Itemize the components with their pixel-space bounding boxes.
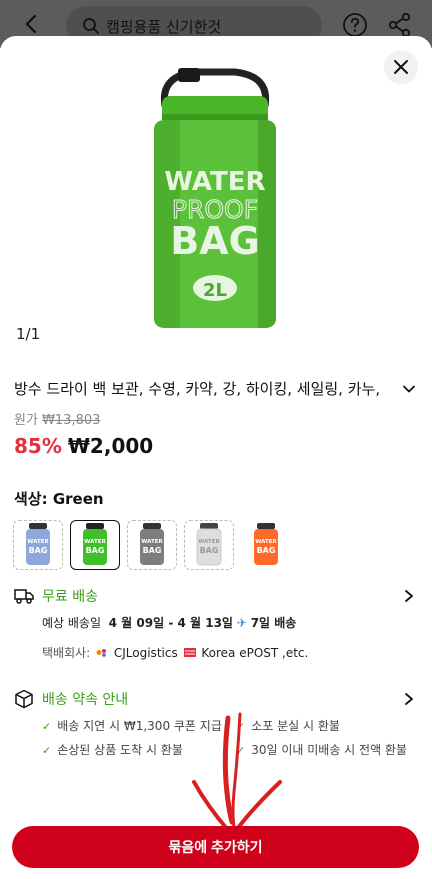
eta-label: 예상 배송일 — [42, 616, 102, 630]
delivery-estimate: 예상 배송일 4 월 09일 - 4 월 13일 ✈ 7일 배송 — [42, 614, 296, 631]
promise-item: ✓ 30일 이내 미배송 시 전액 환불 — [236, 743, 408, 757]
color-option-label: 색상: Green — [14, 490, 104, 508]
help-icon[interactable] — [342, 12, 368, 38]
swatch-gray[interactable]: WATER BAG — [127, 520, 177, 570]
svg-text:WATER: WATER — [255, 539, 277, 545]
check-icon: ✓ — [42, 744, 52, 757]
svg-text:WATER: WATER — [84, 539, 106, 545]
truck-icon — [14, 589, 34, 604]
product-sheet: WATER PROOF BAG 2L 1/1 방수 드라이 백 보관, 수영, … — [0, 36, 432, 879]
svg-text:WATER: WATER — [141, 539, 163, 545]
epost-logo-icon — [183, 648, 196, 657]
check-icon: ✓ — [236, 744, 246, 757]
delivery-promise-title: 배송 약속 안내 — [42, 692, 129, 708]
search-icon — [82, 17, 100, 35]
svg-text:BAG: BAG — [143, 546, 162, 555]
close-button[interactable] — [384, 50, 418, 84]
courier-1: CJLogistics — [113, 646, 178, 660]
promise-item: ✓ 배송 지연 시 ₩1,300 쿠폰 지급 — [42, 719, 222, 733]
original-price-value: ₩13,803 — [42, 413, 101, 428]
swatch-blue[interactable]: WATER BAG — [13, 520, 63, 570]
airplane-icon: ✈ — [236, 616, 247, 630]
svg-text:BAG: BAG — [29, 546, 48, 555]
color-swatches: WATER BAG WATER BAG WATER BAG WATER BAG WATE… — [13, 520, 423, 572]
courier-2: Korea ePOST ,etc. — [201, 646, 309, 660]
courier-label: 택배회사: — [42, 646, 91, 660]
back-arrow-icon[interactable] — [18, 10, 46, 38]
swatch-green[interactable]: WATER BAG — [70, 520, 120, 570]
original-price: 원가 ₩13,803 — [14, 409, 100, 428]
delivery-promise-row[interactable]: 배송 약속 안내 — [14, 688, 418, 712]
chevron-down-icon[interactable] — [402, 382, 416, 396]
eta-days: 7일 배송 — [250, 616, 297, 630]
svg-text:WATER: WATER — [198, 539, 220, 545]
cj-logo-icon — [96, 649, 107, 657]
svg-text:2L: 2L — [203, 280, 227, 301]
check-icon: ✓ — [42, 720, 52, 733]
promise-item: ✓ 소포 분실 시 환불 — [236, 719, 340, 733]
add-to-bundle-button[interactable]: 묶음에 추가하기 — [12, 826, 419, 868]
image-counter: 1/1 — [16, 325, 41, 343]
eta-range: 4 월 09일 - 4 월 13일 — [108, 616, 233, 630]
svg-text:BAG: BAG — [257, 546, 276, 555]
free-shipping-label: 무료 배송 — [42, 589, 98, 605]
svg-text:BAG: BAG — [200, 546, 219, 555]
discount-percent: 85% — [14, 434, 62, 458]
price-row: 85% ₩2,000 — [14, 434, 153, 458]
svg-text:WATER: WATER — [164, 167, 265, 197]
sale-price: ₩2,000 — [67, 434, 154, 458]
search-text: 캠핑용품 신기한것 — [106, 18, 222, 36]
chevron-right-icon — [405, 590, 413, 602]
promise-item: ✓ 손상된 상품 도착 시 환불 — [42, 743, 183, 757]
close-icon — [394, 60, 408, 74]
product-title: 방수 드라이 백 보관, 수영, 카약, 강, 하이킹, 세일링, 카누, — [14, 380, 381, 398]
courier-info: 택배회사: CJLogistics Korea ePOST ,etc. — [42, 644, 308, 661]
product-image[interactable]: WATER PROOF BAG 2L — [140, 66, 290, 336]
shipping-row[interactable]: 무료 배송 — [14, 585, 418, 609]
product-title-row[interactable]: 방수 드라이 백 보관, 수영, 카약, 강, 하이킹, 세일링, 카누, — [14, 378, 418, 400]
chevron-right-icon — [405, 693, 413, 705]
svg-text:WATER: WATER — [27, 539, 49, 545]
svg-text:BAG: BAG — [170, 219, 260, 263]
original-price-label: 원가 — [14, 413, 38, 428]
share-icon[interactable] — [388, 12, 412, 38]
swatch-orange[interactable]: WATER BAG — [241, 520, 291, 570]
check-icon: ✓ — [236, 720, 246, 733]
svg-text:BAG: BAG — [86, 546, 105, 555]
swatch-white[interactable]: WATER BAG — [184, 520, 234, 570]
package-icon — [15, 689, 33, 709]
